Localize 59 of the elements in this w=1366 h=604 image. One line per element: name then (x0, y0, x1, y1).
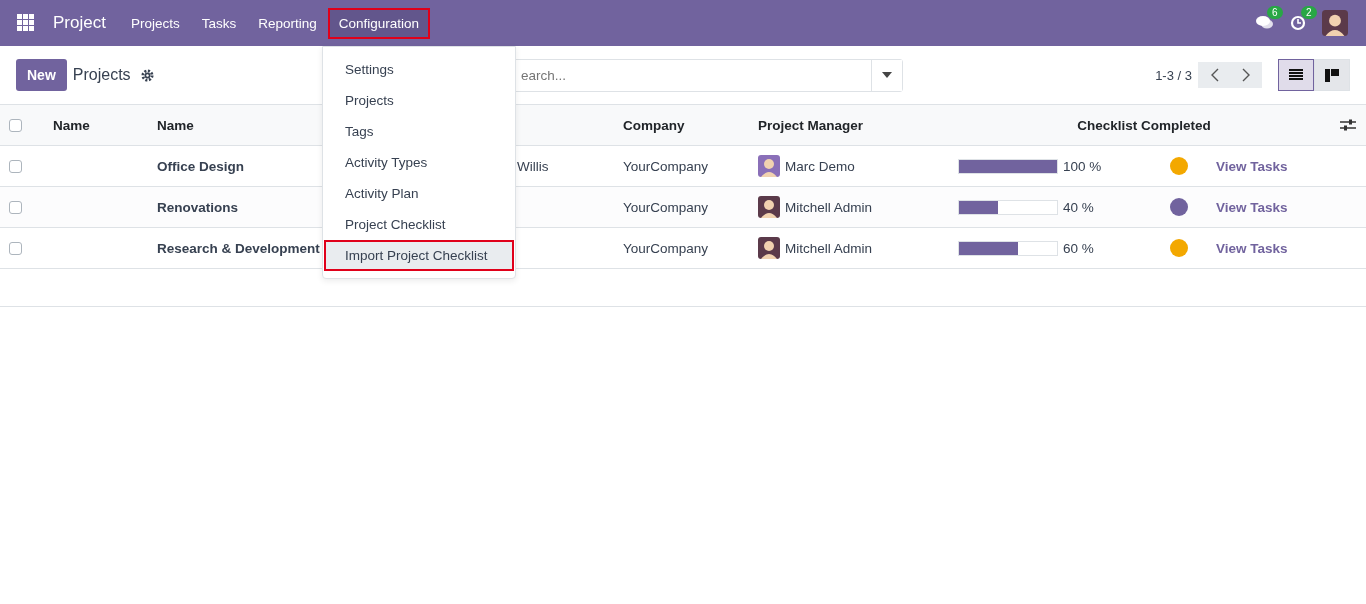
column-header[interactable]: Name (46, 117, 90, 133)
company-cell-text: YourCompany (622, 240, 709, 256)
new-button[interactable]: New (16, 59, 67, 91)
page-title: Projects (72, 66, 131, 84)
select-all-checkbox[interactable] (9, 118, 22, 132)
status-dot[interactable] (1170, 198, 1188, 216)
project-name: Office Design (156, 158, 245, 174)
project-name: Research & Development (156, 240, 320, 256)
column-header[interactable]: Project Manager (751, 117, 864, 133)
dropdown-item[interactable]: Activity Plan (324, 178, 514, 209)
kanban-view-button[interactable] (1314, 59, 1350, 91)
progress-reading: 60 % (1063, 240, 1094, 256)
avatar-icon (758, 196, 780, 218)
chevron-left-icon (1209, 68, 1219, 82)
menu-item[interactable]: Tasks (190, 7, 248, 39)
column-settings-icon[interactable] (1340, 118, 1356, 132)
list-icon (1289, 69, 1303, 81)
view-tasks-link[interactable]: View Tasks (1209, 158, 1330, 174)
count-badge: 6 (1267, 6, 1283, 19)
dropdown-item[interactable]: Projects (324, 85, 514, 116)
app-name[interactable]: Project (47, 9, 112, 37)
clock-icon[interactable] (1290, 15, 1306, 31)
manager-name: Mitchell Admin (785, 240, 873, 256)
avatar-icon (758, 155, 780, 177)
apps-grid-icon[interactable] (17, 14, 35, 32)
chevron-right-icon (1241, 68, 1251, 82)
table-cell-text: Willis (516, 158, 549, 174)
user-avatar[interactable] (1322, 10, 1348, 36)
company-cell-text: YourCompany (622, 158, 709, 174)
avatar-icon (758, 237, 780, 259)
column-header[interactable]: Checklist Completed (1070, 117, 1211, 133)
company-cell-text: YourCompany (622, 199, 709, 215)
row-checkbox[interactable] (9, 159, 22, 173)
progress-reading: 100 % (1063, 158, 1102, 174)
list-view-button[interactable] (1278, 59, 1314, 91)
dropdown-item[interactable]: Activity Types (324, 147, 514, 178)
manager-name: Marc Demo (785, 158, 855, 174)
count-badge: 2 (1301, 6, 1317, 19)
chat-icon[interactable] (1256, 15, 1274, 31)
dropdown-item[interactable]: Import Project Checklist (324, 240, 514, 271)
dropdown-item[interactable]: Tags (324, 116, 514, 147)
project-name: Renovations (156, 199, 238, 215)
menu-item[interactable]: Reporting (247, 7, 328, 39)
settings-icon[interactable] (140, 68, 154, 82)
column-header[interactable]: Name (150, 117, 194, 133)
kanban-icon (1325, 68, 1339, 82)
dropdown-item[interactable]: Project Checklist (324, 209, 514, 240)
status-dot[interactable] (1170, 239, 1188, 257)
manager-name: Mitchell Admin (785, 199, 873, 215)
pager-count: 1-3 / 3 (1155, 67, 1192, 83)
row-checkbox[interactable] (9, 241, 22, 255)
column-header[interactable]: Company (616, 117, 685, 133)
row-checkbox[interactable] (9, 200, 22, 214)
menu-item[interactable]: Projects (119, 7, 191, 39)
menu-item[interactable]: Configuration (327, 7, 431, 39)
view-tasks-link[interactable]: View Tasks (1209, 199, 1330, 215)
view-tasks-link[interactable]: View Tasks (1209, 240, 1330, 256)
progress-reading: 40 % (1063, 199, 1094, 215)
status-dot[interactable] (1170, 157, 1188, 175)
